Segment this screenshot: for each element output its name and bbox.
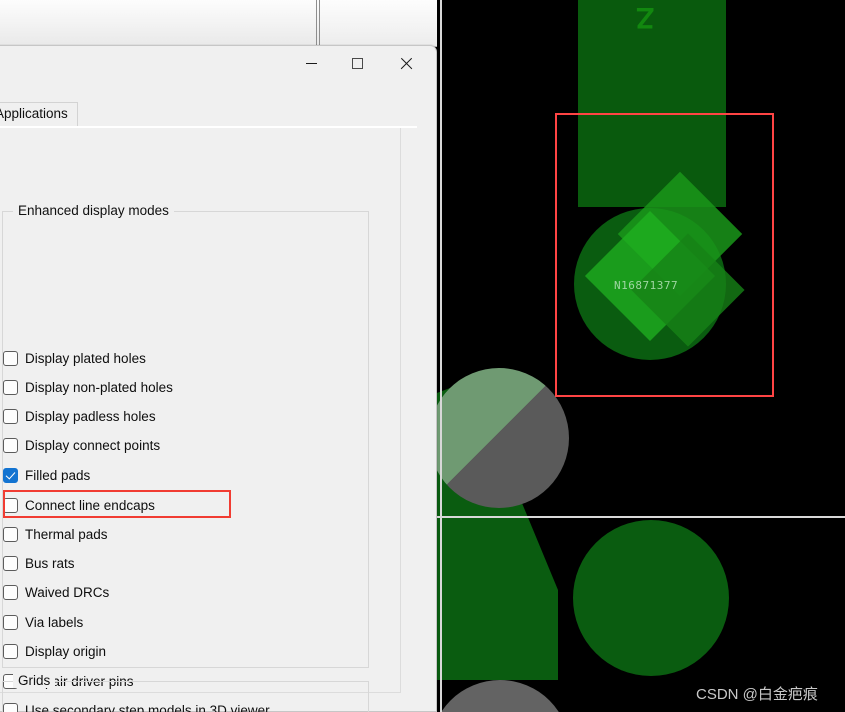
minimize-icon	[305, 62, 317, 64]
round-pad-gray-lower	[430, 680, 570, 712]
tab-applications[interactable]: Applications	[0, 102, 78, 127]
checkbox-label: Display connect points	[25, 438, 161, 453]
checkbox-label: Filled pads	[25, 468, 91, 483]
silkscreen-letter: Z	[636, 1, 655, 34]
checkbox-label: Display origin	[25, 644, 107, 659]
checkbox-box[interactable]	[3, 644, 18, 659]
minimize-button[interactable]	[288, 46, 334, 80]
settings-panel: Enhanced display modes Display plated ho…	[0, 128, 401, 712]
checkbox-via-labels[interactable]: Via labels	[3, 613, 83, 632]
checkbox-box[interactable]	[3, 527, 18, 542]
group-grids: Grids	[2, 673, 369, 712]
background-window-divider	[316, 0, 317, 46]
checkbox-bus-rats[interactable]: Bus rats	[3, 554, 75, 573]
checkbox-connect-line-endcaps[interactable]: Connect line endcaps	[3, 496, 155, 515]
checkbox-label: Waived DRCs	[25, 585, 110, 600]
tabstrip: Applications	[0, 102, 436, 128]
checkbox-box[interactable]	[3, 409, 18, 424]
checkbox-box[interactable]	[3, 615, 18, 630]
group-grids-title: Grids	[13, 673, 56, 688]
checkbox-thermal-pads[interactable]: Thermal pads	[3, 525, 108, 544]
checkbox-box[interactable]	[3, 585, 18, 600]
checkbox-box[interactable]	[3, 498, 18, 513]
checkbox-box[interactable]	[3, 380, 18, 395]
checkbox-box[interactable]	[3, 351, 18, 366]
settings-dialog: Applications Enhanced display modes Disp…	[0, 45, 437, 712]
checkbox-display-plated-holes[interactable]: Display plated holes	[3, 349, 146, 368]
checkbox-label: Display non-plated holes	[25, 380, 173, 395]
checkbox-label: Bus rats	[25, 556, 75, 571]
checkbox-box[interactable]	[3, 556, 18, 571]
checkbox-label: Display padless holes	[25, 409, 156, 424]
screenshot-root: Z N16871377 CSDN @白金疤痕 Applications Enha…	[0, 0, 845, 712]
maximize-icon	[351, 57, 363, 69]
tab-applications-label: Applications	[0, 106, 68, 121]
background-window-strip	[0, 0, 437, 47]
dialog-titlebar	[0, 46, 436, 84]
checkbox-label: Thermal pads	[25, 527, 108, 542]
checkbox-box[interactable]	[3, 468, 18, 483]
checkbox-display-non-plated-holes[interactable]: Display non-plated holes	[3, 378, 173, 397]
crosshair-vertical	[440, 0, 442, 712]
checkbox-label: Via labels	[25, 615, 84, 630]
group-enhanced-title: Enhanced display modes	[13, 203, 174, 218]
background-window-divider-2	[319, 0, 320, 46]
checkbox-label: Connect line endcaps	[25, 498, 155, 513]
checkbox-filled-pads[interactable]: Filled pads	[3, 466, 90, 485]
checkbox-label: Display plated holes	[25, 351, 146, 366]
checkbox-waived-drcs[interactable]: Waived DRCs	[3, 583, 109, 602]
checkbox-display-origin[interactable]: Display origin	[3, 642, 106, 661]
checkbox-box[interactable]	[3, 438, 18, 453]
round-pad-gray-upper	[429, 368, 569, 508]
selection-rectangle	[555, 113, 774, 397]
watermark-text: CSDN @白金疤痕	[696, 686, 818, 703]
checkbox-display-padless-holes[interactable]: Display padless holes	[3, 407, 156, 426]
maximize-button[interactable]	[334, 46, 380, 80]
background-window-right-pane	[320, 0, 437, 46]
round-pad-lower	[573, 520, 729, 676]
close-icon	[399, 57, 412, 70]
close-button[interactable]	[382, 46, 428, 80]
checkbox-display-connect-points[interactable]: Display connect points	[3, 436, 160, 455]
crosshair-horizontal	[430, 516, 845, 518]
